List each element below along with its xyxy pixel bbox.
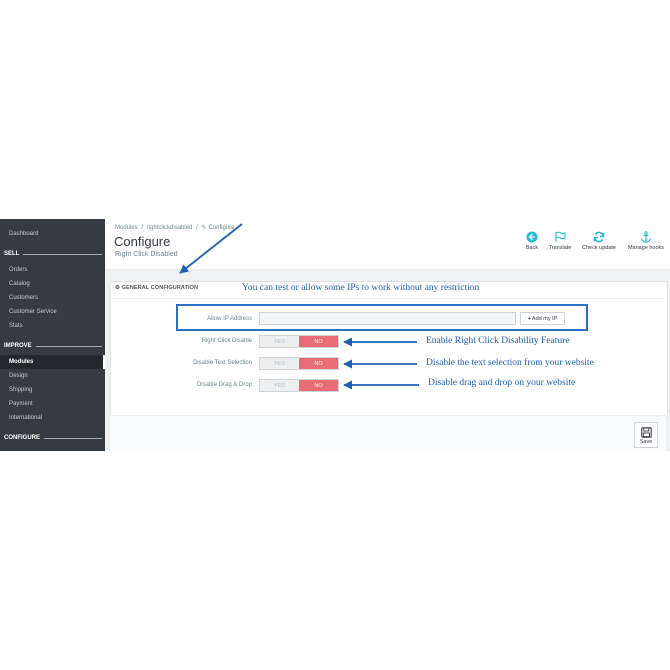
arrow-to-heading xyxy=(179,223,243,274)
screenshot-area: Dashboard SELL Orders Catalog Customers … xyxy=(0,219,670,451)
annotation-arrows xyxy=(179,223,419,390)
